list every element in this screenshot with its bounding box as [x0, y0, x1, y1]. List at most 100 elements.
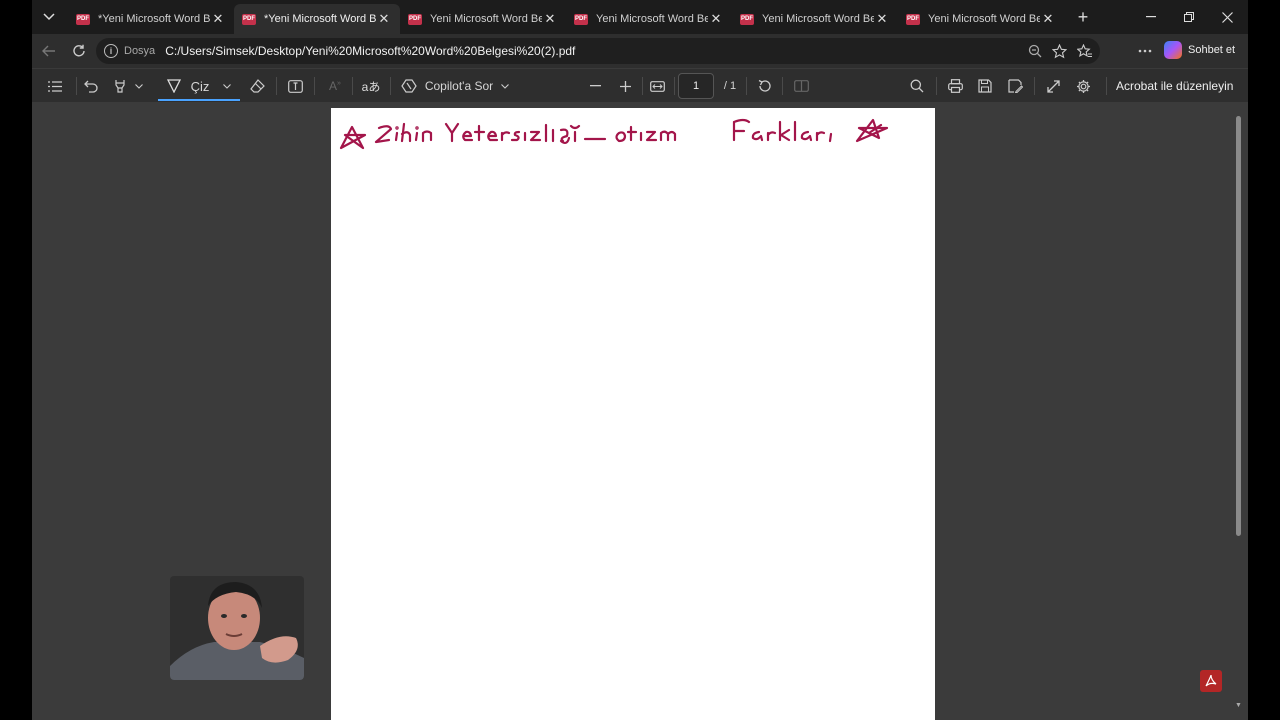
print-button[interactable] — [942, 73, 968, 99]
undo-button[interactable] — [78, 73, 104, 99]
tab-title: Yeni Microsoft Word Belgesi — [928, 13, 1040, 25]
copilot-chat-button[interactable]: Sohbet et — [1164, 38, 1235, 62]
page-number-input[interactable]: 1 — [678, 73, 714, 99]
copilot-icon — [401, 79, 417, 93]
translate-icon: aあ — [361, 79, 381, 94]
save-as-icon — [1007, 79, 1023, 93]
close-tab-icon[interactable]: ✕ — [874, 11, 890, 27]
arrow-left-icon — [42, 45, 56, 57]
close-tab-icon[interactable]: ✕ — [210, 11, 226, 27]
rotate-icon — [758, 79, 772, 93]
pdf-file-icon: PDF — [574, 13, 588, 25]
close-tab-icon[interactable]: ✕ — [1040, 11, 1056, 27]
pdf-file-icon: PDF — [906, 13, 920, 25]
read-aloud-button: A» — [322, 73, 348, 99]
pdf-viewer: ▼ — [32, 102, 1248, 720]
close-window-button[interactable] — [1208, 0, 1246, 34]
pdf-file-icon: PDF — [242, 13, 256, 25]
page-view-button — [788, 73, 814, 99]
pdf-toolbar: Çiz A» aあ Copilot'a Sor 1 / 1 Acrobat il… — [32, 68, 1248, 102]
fit-to-width-button[interactable] — [644, 73, 670, 99]
more-options-icon[interactable] — [1132, 38, 1158, 64]
save-as-button[interactable] — [1002, 73, 1028, 99]
draw-button[interactable]: Çiz — [158, 73, 240, 101]
pdf-page[interactable] — [331, 108, 935, 720]
pdf-file-icon: PDF — [740, 13, 754, 25]
draw-pen-icon — [166, 79, 181, 93]
expand-icon — [1046, 79, 1060, 93]
chevron-down-icon — [135, 83, 143, 89]
erase-button[interactable] — [244, 73, 270, 99]
tab-title: Yeni Microsoft Word Belgesi — [762, 13, 874, 25]
close-tab-icon[interactable]: ✕ — [376, 11, 392, 27]
zoom-in-button[interactable] — [612, 73, 638, 99]
settings-button[interactable] — [1070, 73, 1096, 99]
contents-button[interactable] — [42, 73, 68, 99]
tab-title: Yeni Microsoft Word Belgesi — [430, 13, 542, 25]
browser-tab[interactable]: PDF *Yeni Microsoft Word Belgesi ✕ — [68, 4, 234, 34]
refresh-button[interactable] — [64, 37, 94, 65]
vertical-scrollbar[interactable] — [1234, 112, 1242, 716]
plus-icon — [619, 80, 631, 92]
refresh-icon — [72, 44, 86, 58]
browser-tab[interactable]: PDF Yeni Microsoft Word Belgesi ✕ — [898, 4, 1064, 34]
browser-tab[interactable]: PDF Yeni Microsoft Word Belgesi ✕ — [400, 4, 566, 34]
restore-button[interactable] — [1170, 0, 1208, 34]
scrollbar-thumb[interactable] — [1236, 116, 1241, 536]
back-button[interactable] — [34, 37, 64, 65]
address-bar[interactable]: i Dosya C:/Users/Simsek/Desktop/Yeni%20M… — [96, 38, 1100, 64]
close-tab-icon[interactable]: ✕ — [542, 11, 558, 27]
zoom-out-button[interactable] — [582, 73, 608, 99]
browser-tab-active[interactable]: PDF *Yeni Microsoft Word Belgesi ✕ — [234, 4, 400, 34]
copilot-logo-icon — [1164, 41, 1182, 59]
tab-strip: PDF *Yeni Microsoft Word Belgesi ✕ PDF *… — [32, 0, 1248, 34]
search-icon — [910, 79, 924, 93]
webcam-overlay — [170, 576, 304, 680]
ask-copilot-button[interactable]: Copilot'a Sor — [398, 73, 512, 99]
minus-icon — [589, 85, 601, 87]
full-screen-button[interactable] — [1040, 73, 1066, 99]
save-button[interactable] — [972, 73, 998, 99]
tab-title: *Yeni Microsoft Word Belgesi — [98, 13, 210, 25]
list-icon — [48, 80, 62, 92]
acrobat-logo-icon[interactable] — [1200, 670, 1222, 692]
presenter-video-icon — [170, 576, 304, 680]
minimize-button[interactable] — [1132, 0, 1170, 34]
save-icon — [978, 79, 992, 93]
scroll-down-arrow-icon[interactable]: ▼ — [1235, 702, 1243, 710]
close-tab-icon[interactable]: ✕ — [708, 11, 724, 27]
zoom-icon[interactable] — [1022, 38, 1048, 64]
find-button[interactable] — [904, 73, 930, 99]
url-scheme-label: Dosya — [124, 45, 156, 57]
copilot-chat-label: Sohbet et — [1188, 44, 1236, 56]
fit-width-icon — [649, 80, 665, 92]
ask-copilot-label: Copilot'a Sor — [424, 79, 494, 93]
page-total: / 1 — [723, 80, 737, 92]
printer-icon — [947, 79, 963, 93]
gear-icon — [1076, 79, 1091, 94]
translate-button[interactable]: aあ — [358, 73, 384, 99]
highlight-button[interactable] — [108, 73, 148, 99]
chevron-down-icon — [223, 83, 232, 89]
highlighter-icon — [113, 79, 127, 93]
chevron-down-icon — [501, 83, 510, 89]
info-icon[interactable]: i — [104, 44, 118, 58]
pdf-file-icon: PDF — [408, 13, 422, 25]
favorite-star-icon[interactable] — [1046, 38, 1072, 64]
favorites-icon[interactable] — [1072, 38, 1098, 64]
url-text[interactable]: C:/Users/Simsek/Desktop/Yeni%20Microsoft… — [165, 44, 575, 58]
rotate-button[interactable] — [752, 73, 778, 99]
undo-icon — [84, 80, 98, 93]
browser-tab[interactable]: PDF Yeni Microsoft Word Belgesi ✕ — [732, 4, 898, 34]
browser-tab[interactable]: PDF Yeni Microsoft Word Belgesi ✕ — [566, 4, 732, 34]
tab-actions-menu[interactable] — [34, 4, 64, 30]
new-tab-button[interactable]: + — [1068, 4, 1098, 30]
edit-with-acrobat-button[interactable]: Acrobat ile düzenleyin — [1116, 73, 1233, 99]
add-text-button[interactable] — [282, 73, 308, 99]
page-view-icon — [793, 80, 809, 92]
eraser-icon — [249, 79, 265, 93]
address-bar-row: i Dosya C:/Users/Simsek/Desktop/Yeni%20M… — [32, 34, 1248, 94]
pdf-file-icon: PDF — [76, 13, 90, 25]
draw-label: Çiz — [190, 78, 210, 94]
read-aloud-icon: A» — [329, 79, 341, 93]
